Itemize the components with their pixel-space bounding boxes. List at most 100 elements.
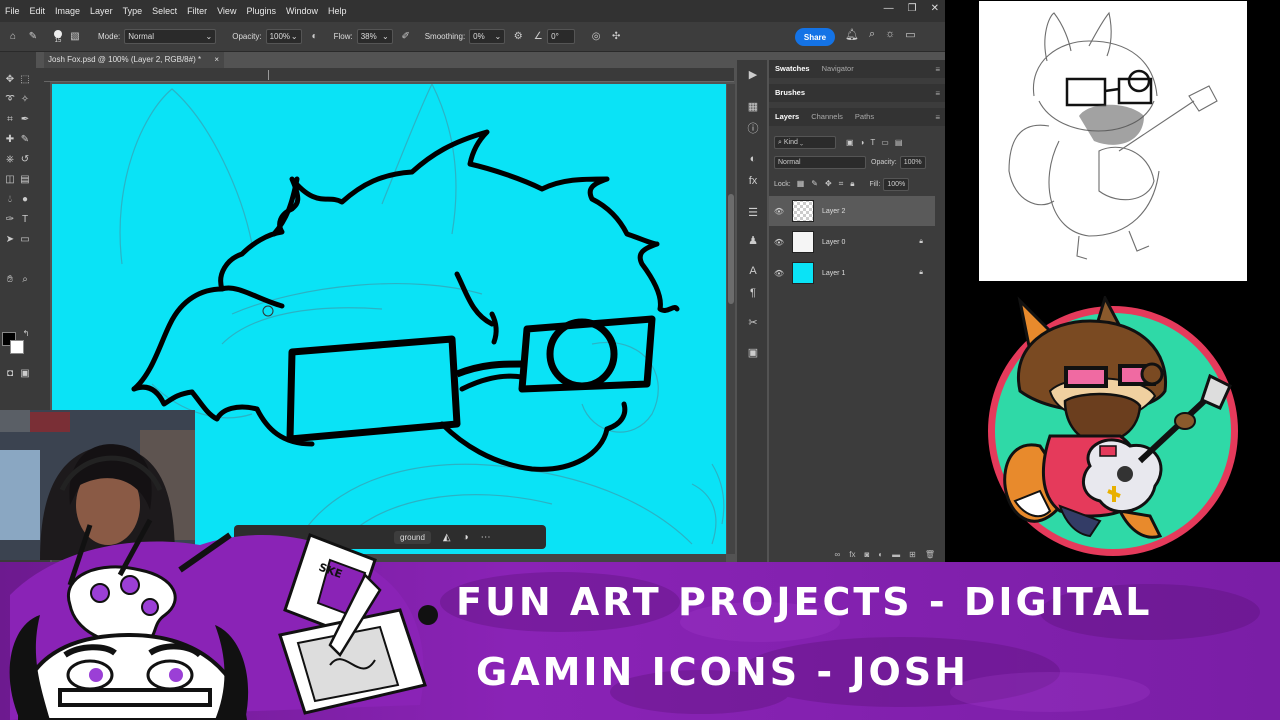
more-icon[interactable]: ⋯: [481, 532, 491, 543]
layer-row[interactable]: 👁︎ Layer 0 🔒︎: [769, 227, 935, 257]
home-icon[interactable]: ⌂: [6, 30, 20, 44]
pressure-opacity-icon[interactable]: ◐: [308, 30, 322, 44]
libraries-icon[interactable]: ▦: [746, 100, 760, 114]
screen-mode-icon[interactable]: ▣: [19, 368, 31, 380]
menu-filter[interactable]: Filter: [182, 6, 212, 16]
panel-menu-icon[interactable]: ≡: [935, 65, 940, 74]
menu-edit[interactable]: Edit: [25, 6, 51, 16]
paragraph-icon[interactable]: ¶: [746, 286, 760, 300]
tab-navigator[interactable]: Navigator: [816, 60, 860, 78]
blend-mode-dropdown[interactable]: Normal: [774, 155, 866, 169]
quick-mask-icon[interactable]: ◘: [4, 368, 16, 380]
restore-icon[interactable]: ❐: [908, 3, 917, 14]
brush-tool-icon[interactable]: ✎: [19, 134, 31, 146]
crop-tool-icon[interactable]: ⌗: [4, 114, 16, 126]
path-select-icon[interactable]: ➤: [4, 234, 16, 246]
menu-help[interactable]: Help: [323, 6, 352, 16]
people-icon[interactable]: ♟: [746, 234, 760, 248]
new-layer-icon[interactable]: ⊞: [909, 550, 916, 559]
vertical-scrollbar[interactable]: [727, 84, 735, 554]
dodge-tool-icon[interactable]: ●: [19, 194, 31, 206]
tab-paths[interactable]: Paths: [849, 108, 880, 126]
zoom-tool-icon[interactable]: ⌕: [19, 274, 31, 286]
menu-layer[interactable]: Layer: [85, 6, 118, 16]
layer-filter-dropdown[interactable]: ⌕ Kind ⌄: [774, 135, 836, 149]
hand-tool-icon[interactable]: ✋︎: [4, 274, 16, 286]
healing-brush-icon[interactable]: ✚: [4, 134, 16, 146]
add-mask-icon[interactable]: ◙: [864, 550, 869, 559]
brush-tool-icon[interactable]: ✎: [26, 30, 40, 44]
lock-icons[interactable]: ▦✎✥⌗🔒︎: [797, 179, 862, 189]
trash-icon[interactable]: 🗑︎: [925, 550, 935, 559]
filter-type-icons[interactable]: ▣◑T▭▤: [846, 138, 908, 147]
panel-menu-icon[interactable]: ≡: [935, 89, 940, 98]
menu-view[interactable]: View: [212, 6, 241, 16]
panel-menu-icon[interactable]: ≡: [935, 113, 940, 122]
close-icon[interactable]: ✕: [931, 3, 939, 14]
mask-icon[interactable]: ◑: [463, 532, 469, 543]
properties-icon[interactable]: ☰: [746, 206, 760, 220]
blur-tool-icon[interactable]: 💧︎: [4, 194, 16, 206]
pressure-size-icon[interactable]: ◎: [589, 30, 603, 44]
eraser-icon[interactable]: ◫: [4, 174, 16, 186]
airbrush-icon[interactable]: ✐: [399, 30, 413, 44]
menu-file[interactable]: File: [0, 6, 25, 16]
symmetry-icon[interactable]: ✣: [609, 30, 623, 44]
pen-tool-icon[interactable]: ✑: [4, 214, 16, 226]
gear-icon[interactable]: ⚙: [511, 30, 525, 44]
lasso-tool-icon[interactable]: ➰︎: [4, 94, 16, 106]
document-tab[interactable]: Josh Fox.psd @ 100% (Layer 2, RGB/8#) * …: [44, 52, 224, 68]
menu-window[interactable]: Window: [281, 6, 323, 16]
flow-input[interactable]: 38% ⌄: [356, 29, 393, 44]
select-subject-icon[interactable]: ◭: [443, 532, 451, 543]
layer-row[interactable]: 👁︎ Layer 1 🔒︎: [769, 258, 935, 288]
tab-swatches[interactable]: Swatches: [769, 60, 816, 78]
adjustment-layer-icon[interactable]: ◐: [878, 550, 883, 559]
adjustments-icon[interactable]: ◐: [746, 152, 760, 166]
eye-icon[interactable]: 👁︎: [769, 269, 789, 278]
quick-select-icon[interactable]: ✧: [19, 94, 31, 106]
swap-colors-icon[interactable]: ↰: [20, 328, 32, 340]
background-color-swatch[interactable]: [10, 340, 24, 354]
menu-select[interactable]: Select: [147, 6, 182, 16]
workspace-icon[interactable]: ▭: [905, 28, 915, 41]
shape-tool-icon[interactable]: ▭: [19, 234, 31, 246]
menu-image[interactable]: Image: [50, 6, 85, 16]
tools-icon[interactable]: ✂: [746, 316, 760, 330]
type-tool-icon[interactable]: T: [19, 214, 31, 226]
brush-preset-picker[interactable]: 15: [54, 29, 62, 44]
bell-icon[interactable]: 🔔︎: [845, 28, 859, 41]
share-button[interactable]: Share: [795, 28, 835, 46]
history-brush-icon[interactable]: ↺: [19, 154, 31, 166]
fx-icon[interactable]: fx: [849, 550, 855, 559]
link-icon[interactable]: ∞: [835, 550, 841, 559]
minimize-icon[interactable]: —: [884, 3, 894, 14]
smoothing-input[interactable]: 0% ⌄: [469, 29, 506, 44]
character-icon[interactable]: A: [746, 264, 760, 278]
eye-icon[interactable]: 👁︎: [769, 238, 789, 247]
styles-icon[interactable]: fx: [746, 174, 760, 188]
opacity-input[interactable]: 100% ⌄: [265, 29, 302, 44]
tab-channels[interactable]: Channels: [805, 108, 849, 126]
tab-brushes[interactable]: Brushes: [769, 84, 811, 102]
layer-opacity-input[interactable]: 100%: [899, 155, 926, 169]
menu-plugins[interactable]: Plugins: [241, 6, 281, 16]
group-icon[interactable]: ▬: [892, 550, 900, 559]
angle-input[interactable]: 0°: [547, 29, 576, 44]
scroll-thumb[interactable]: [728, 194, 734, 304]
clone-stamp-icon[interactable]: ⎈: [4, 154, 16, 166]
gradient-icon[interactable]: ▤: [19, 174, 31, 186]
brush-settings-icon[interactable]: ▧: [68, 30, 82, 44]
image-icon[interactable]: ▣: [746, 346, 760, 360]
mode-dropdown[interactable]: Normal ⌄: [124, 29, 217, 44]
close-tab-icon[interactable]: ×: [214, 52, 219, 68]
eyedropper-icon[interactable]: ✒: [19, 114, 31, 126]
marquee-tool-icon[interactable]: ⬚: [19, 74, 31, 86]
info-icon[interactable]: ⓘ: [746, 122, 760, 136]
menu-type[interactable]: Type: [118, 6, 148, 16]
fill-input[interactable]: 100%: [883, 177, 910, 191]
layer-row[interactable]: 👁︎ Layer 2: [769, 196, 935, 226]
search-icon[interactable]: ⌕: [869, 28, 875, 41]
lightbulb-icon[interactable]: ☼: [885, 28, 895, 41]
move-tool-icon[interactable]: ✥: [4, 74, 16, 86]
